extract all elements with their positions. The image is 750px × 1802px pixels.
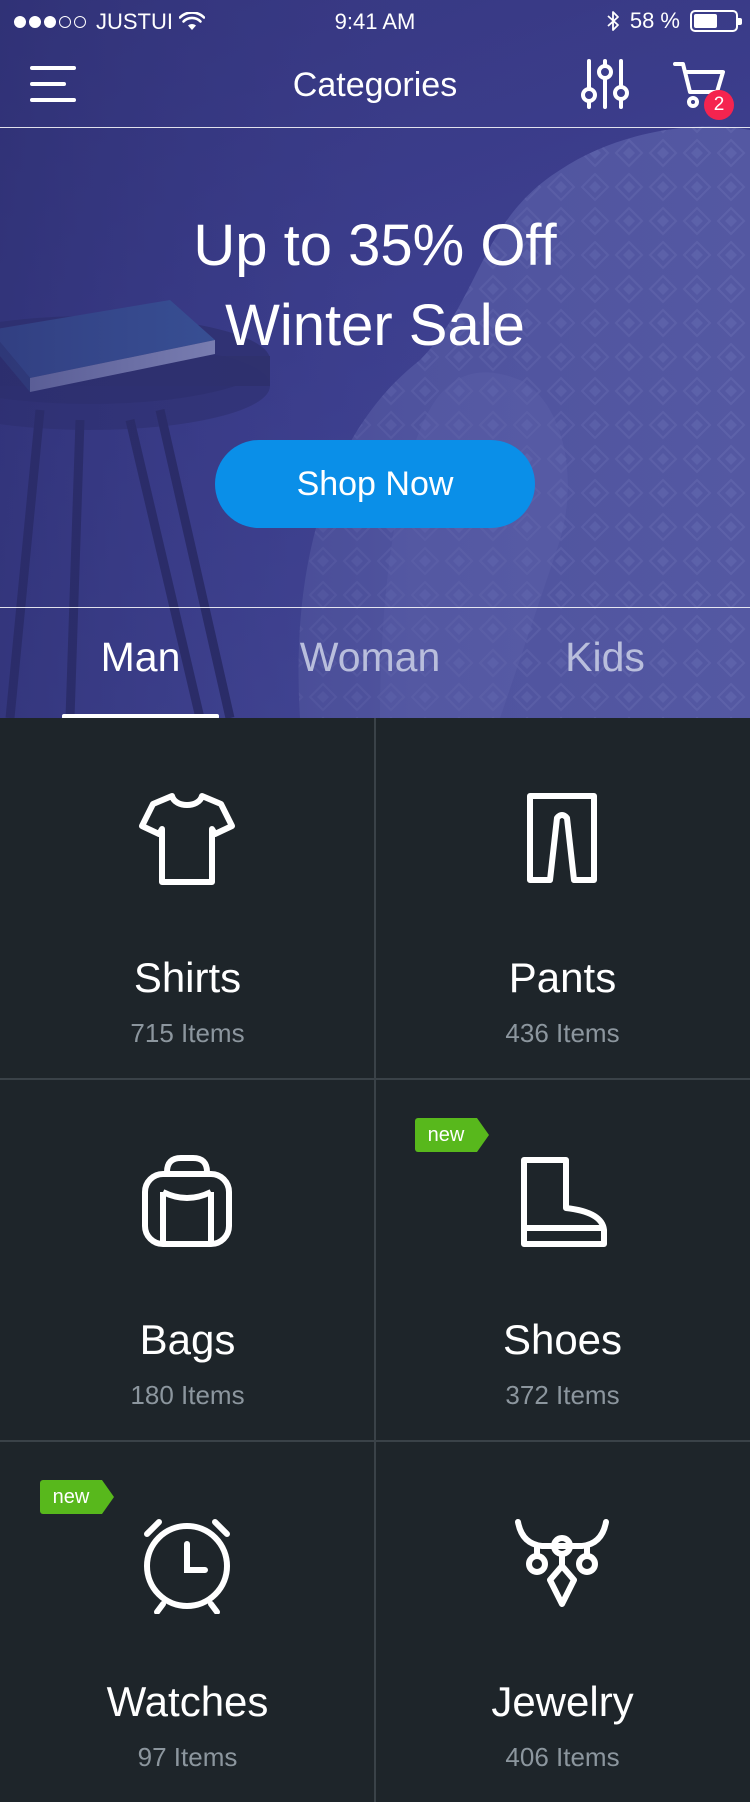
category-name: Shirts [133, 954, 242, 1001]
bag-icon [142, 1155, 232, 1247]
status-bar-right: 58 % [606, 8, 742, 34]
category-count: 715 Items [130, 1018, 245, 1048]
tab-kids[interactable]: Kids [540, 634, 670, 681]
category-count: 180 Items [130, 1380, 245, 1410]
tab-woman[interactable]: Woman [282, 634, 458, 681]
category-card-bags[interactable]: Bags 180 Items [0, 1080, 375, 1442]
category-card-shirts[interactable]: Shirts 715 Items [0, 718, 375, 1080]
page-title: Categories [292, 66, 458, 104]
category-count: 406 Items [505, 1742, 620, 1772]
watch-icon [144, 1519, 230, 1614]
boot-icon [521, 1157, 607, 1247]
battery-percent: 58 % [629, 8, 680, 33]
category-name: Pants [508, 954, 617, 1001]
tab-man[interactable]: Man [62, 634, 219, 681]
category-card-watches[interactable]: new Watches 97 Items [0, 1442, 375, 1802]
sliders-icon[interactable] [580, 58, 630, 110]
bluetooth-icon [607, 11, 619, 31]
category-name: Watches [106, 1678, 269, 1725]
promo-line-2: Winter Sale [225, 293, 525, 358]
pants-icon [527, 793, 597, 883]
category-grid: Shirts 715 Items Pants 436 Items Bags 18… [0, 718, 750, 1802]
cart-count-badge: 2 [704, 90, 734, 120]
shirt-icon [139, 793, 235, 885]
category-name: Jewelry [491, 1678, 634, 1725]
battery-icon [690, 10, 742, 32]
nav-bar: Categories 2 [0, 44, 750, 128]
hero-banner: JUSTUI 9:41 AM 58 % Categories 2 Up to 3… [0, 0, 750, 718]
category-name: Shoes [502, 1316, 623, 1363]
category-count: 372 Items [505, 1380, 620, 1410]
category-card-pants[interactable]: Pants 436 Items [375, 718, 750, 1080]
promo-headline: Up to 35% Off Winter Sale [0, 206, 750, 366]
gender-tabs: Man Woman Kids [0, 607, 750, 718]
necklace-icon [515, 1519, 609, 1607]
promo-line-1: Up to 35% Off [193, 213, 557, 278]
status-bar: JUSTUI 9:41 AM 58 % [0, 0, 750, 40]
shop-now-button[interactable]: Shop Now [215, 440, 535, 528]
category-card-shoes[interactable]: new Shoes 372 Items [375, 1080, 750, 1442]
category-name: Bags [139, 1316, 236, 1363]
category-card-jewelry[interactable]: Jewelry 406 Items [375, 1442, 750, 1802]
category-count: 97 Items [137, 1742, 238, 1772]
category-count: 436 Items [505, 1018, 620, 1048]
